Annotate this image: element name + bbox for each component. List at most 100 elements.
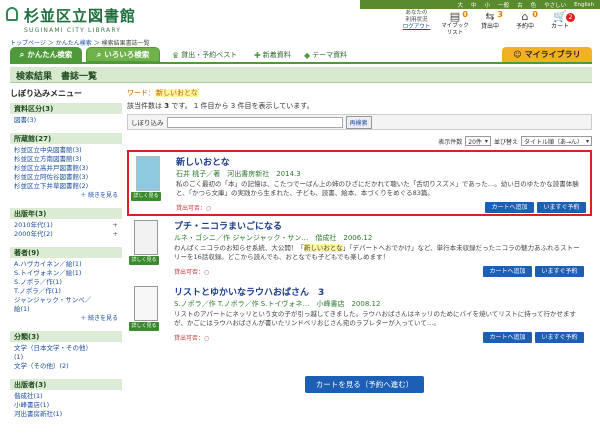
font-medium-option[interactable]: 中: [471, 1, 477, 9]
font-small-option[interactable]: 小: [485, 1, 491, 9]
expand-icon[interactable]: +: [113, 221, 118, 230]
result-description: わんぱくニコラのお知らせ系統、大公開！「新しいおとな」「デパートへおでかけ」など…: [174, 244, 580, 261]
facet-link[interactable]: 2000年代(2): [14, 230, 53, 239]
result-description: リストのアパートにネッリという女の子が引っ越してきました。ラウハおばさんはネッリ…: [174, 310, 576, 327]
facet-link[interactable]: 杉並区立中央図書館(3): [14, 146, 82, 155]
result-item: 詳しく見る リストとゆかいなラウハおばさん 3 S.ノポラ／作 T.ノポラ／作 …: [127, 282, 592, 348]
font-large-option[interactable]: 大: [458, 1, 464, 9]
facet-link[interactable]: 小峰書店(1): [14, 401, 49, 410]
per-page-select[interactable]: 20件 ▾: [465, 136, 491, 146]
research-button[interactable]: 再検索: [345, 115, 372, 129]
user-status: あなたの 利用状況 ログアウト: [394, 10, 439, 31]
facet-link[interactable]: 図書(3): [14, 116, 36, 125]
tag-icon: ◆: [304, 50, 311, 60]
result-meta: 石井 桃子／著 河出書房新社 2014.3: [176, 170, 301, 178]
nav-theme[interactable]: ◆ テーマ資料: [304, 50, 347, 60]
result-count: 該当件数は 3 です。 1 件目から 3 件目を表示しています。: [127, 102, 314, 110]
facet-link[interactable]: (1): [14, 353, 23, 362]
refine-bar: しぼり込み 再検索: [127, 114, 592, 130]
reserve-button[interactable]: いますぐ予約: [537, 202, 586, 213]
chevron-down-icon: ▾: [484, 137, 488, 145]
details-button[interactable]: 詳しく見る: [131, 192, 161, 201]
english-option[interactable]: English: [574, 2, 594, 8]
details-button[interactable]: 詳しく見る: [129, 256, 159, 265]
facet-link[interactable]: 文学（日本文学・その他）: [14, 344, 92, 353]
breadcrumb-simple-search[interactable]: かんたん検索: [56, 40, 92, 47]
expand-icon[interactable]: +: [113, 230, 118, 239]
add-cart-button[interactable]: カートへ追加: [483, 332, 532, 343]
facet-link[interactable]: 杉並区立阿佐谷図書館(3): [14, 173, 88, 182]
facet-link[interactable]: 杉並区立下井草図書館(2): [14, 182, 88, 191]
result-title[interactable]: プチ・ニコラまいごになる: [174, 219, 282, 232]
tab-advanced-search[interactable]: ⌕ いろいろ検索: [86, 47, 160, 62]
facet-link[interactable]: S.トイヴォネン／絵(1): [14, 269, 81, 278]
add-cart-button[interactable]: カートへ追加: [485, 202, 534, 213]
show-more-link[interactable]: ＋ 続きを見る: [14, 314, 118, 323]
facet-link[interactable]: S.ノポラ／作(1): [14, 278, 62, 287]
result-title[interactable]: リストとゆかいなラウハおばさん 3: [174, 285, 324, 298]
details-button[interactable]: 詳しく見る: [129, 322, 159, 331]
facet-link[interactable]: 杉並区立高井戸図書館(3): [14, 164, 88, 173]
sort-bar: 表示件数 20件 ▾ 並び替え タイトル順（あ→ん） ▾: [127, 136, 592, 146]
easy-japanese-option[interactable]: やさしい: [544, 1, 566, 9]
search-word: ワード：新しいおとな: [127, 89, 199, 97]
facet-material-type: 資料区分(3) 図書(3): [10, 103, 122, 127]
main-nav: ⌕ かんたん検索 ⌕ いろいろ検索 ♛ 貸出・予約ベスト ✚ 新着資料 ◆ テー…: [10, 47, 592, 64]
nav-new-books[interactable]: ✚ 新着資料: [254, 50, 291, 60]
facet-publisher: 出版者(3) 偕成社(1) 小峰書店(1) 河出書房新社(1): [10, 379, 122, 421]
my-booklist-button[interactable]: ▤ 0 マイブックリスト: [440, 11, 470, 37]
availability: 貸出可否：○: [176, 205, 212, 212]
result-item: 詳しく見る プチ・ニコラまいごになる ルネ・ゴシニ／作 ジャンジャック・サン… …: [127, 216, 592, 282]
reserve-button[interactable]: いますぐ予約: [535, 266, 584, 277]
kanji-option[interactable]: 古: [517, 1, 523, 9]
book-cover[interactable]: [136, 156, 160, 191]
view-cart-button[interactable]: カートを見る（予約へ進む）: [305, 376, 424, 393]
availability: 貸出可否：○: [174, 269, 210, 276]
facet-link[interactable]: 絵(1): [14, 305, 30, 314]
facet-link[interactable]: T.ノポラ／作(1): [14, 287, 61, 296]
show-more-link[interactable]: ＋ 続きを見る: [14, 191, 118, 200]
facet-link[interactable]: 杉並区立方南図書館(3): [14, 155, 82, 164]
facet-link[interactable]: 河出書房新社(1): [14, 410, 62, 419]
facet-link[interactable]: ジャンジャック・サンペ／: [14, 296, 91, 305]
facet-author: 著者(9) A.ハヴカイネン／絵(1) S.トイヴォネン／絵(1) S.ノポラ／…: [10, 247, 122, 325]
nav-best[interactable]: ♛ 貸出・予約ベスト: [172, 50, 237, 60]
facet-link[interactable]: 文学（その他）(2): [14, 362, 69, 371]
cart-button[interactable]: 🛒 2 カート: [545, 11, 575, 30]
utility-bar: 大 中 小 一般 古 色 やさしい English: [360, 0, 600, 9]
sort-select[interactable]: タイトル順（あ→ん） ▾: [520, 136, 592, 146]
result-meta: ルネ・ゴシニ／作 ジャンジャック・サン… 偕成社 2006.12: [174, 234, 373, 242]
facet-link[interactable]: A.ハヴカイネン／絵(1): [14, 260, 82, 269]
results-main: ワード：新しいおとな 該当件数は 3 です。 1 件目から 3 件目を表示してい…: [127, 88, 592, 343]
color-option[interactable]: 色: [531, 1, 537, 9]
breadcrumb-home[interactable]: トップページ: [10, 40, 46, 47]
person-icon: ☺: [513, 50, 522, 59]
facet-holding-library: 所蔵館(27) 杉並区立中央図書館(3) 杉並区立方南図書館(3) 杉並区立高井…: [10, 133, 122, 202]
lending-button[interactable]: ⇆ 3 貸出中: [475, 11, 505, 31]
crown-icon: ♛: [172, 50, 180, 60]
facet-classification: 分類(3) 文学（日本文学・その他） (1) 文学（その他）(2): [10, 331, 122, 373]
facet-link[interactable]: 2010年代(1): [14, 221, 53, 230]
add-cart-button[interactable]: カートへ追加: [483, 266, 532, 277]
library-logo-icon: [6, 7, 18, 21]
breadcrumb-current: 検索結果書誌一覧: [101, 40, 150, 47]
tab-simple-search[interactable]: ⌕ かんたん検索: [10, 47, 82, 62]
refine-input[interactable]: [166, 116, 343, 128]
book-cover[interactable]: [134, 286, 158, 321]
page-title: 検索結果 書誌一覧: [10, 67, 592, 83]
general-view-option[interactable]: 一般: [498, 1, 509, 9]
result-list: 詳しく見る 新しいおとな 石井 桃子／著 河出書房新社 2014.3 私のごく最…: [127, 150, 592, 348]
book-cover[interactable]: [134, 220, 158, 255]
search-icon: ⌕: [19, 49, 25, 59]
reservation-button[interactable]: ⌂ 0 予約中: [510, 11, 540, 31]
search-icon: ⌕: [96, 49, 102, 59]
breadcrumb: トップページ ＞ かんたん検索 ＞ 検索結果書誌一覧: [10, 40, 150, 47]
my-library-button[interactable]: ☺ マイライブラリ: [502, 47, 592, 62]
site-logo[interactable]: 杉並区立図書館 SUGINAMI CITY LIBRARY: [24, 5, 136, 34]
header: 杉並区立図書館 SUGINAMI CITY LIBRARY 大 中 小 一般 古…: [0, 0, 600, 36]
logout-link[interactable]: ログアウト: [394, 24, 439, 31]
result-item: 詳しく見る 新しいおとな 石井 桃子／著 河出書房新社 2014.3 私のごく最…: [127, 150, 592, 216]
reserve-button[interactable]: いますぐ予約: [535, 332, 584, 343]
facet-link[interactable]: 偕成社(1): [14, 392, 43, 401]
result-title[interactable]: 新しいおとな: [176, 155, 230, 168]
